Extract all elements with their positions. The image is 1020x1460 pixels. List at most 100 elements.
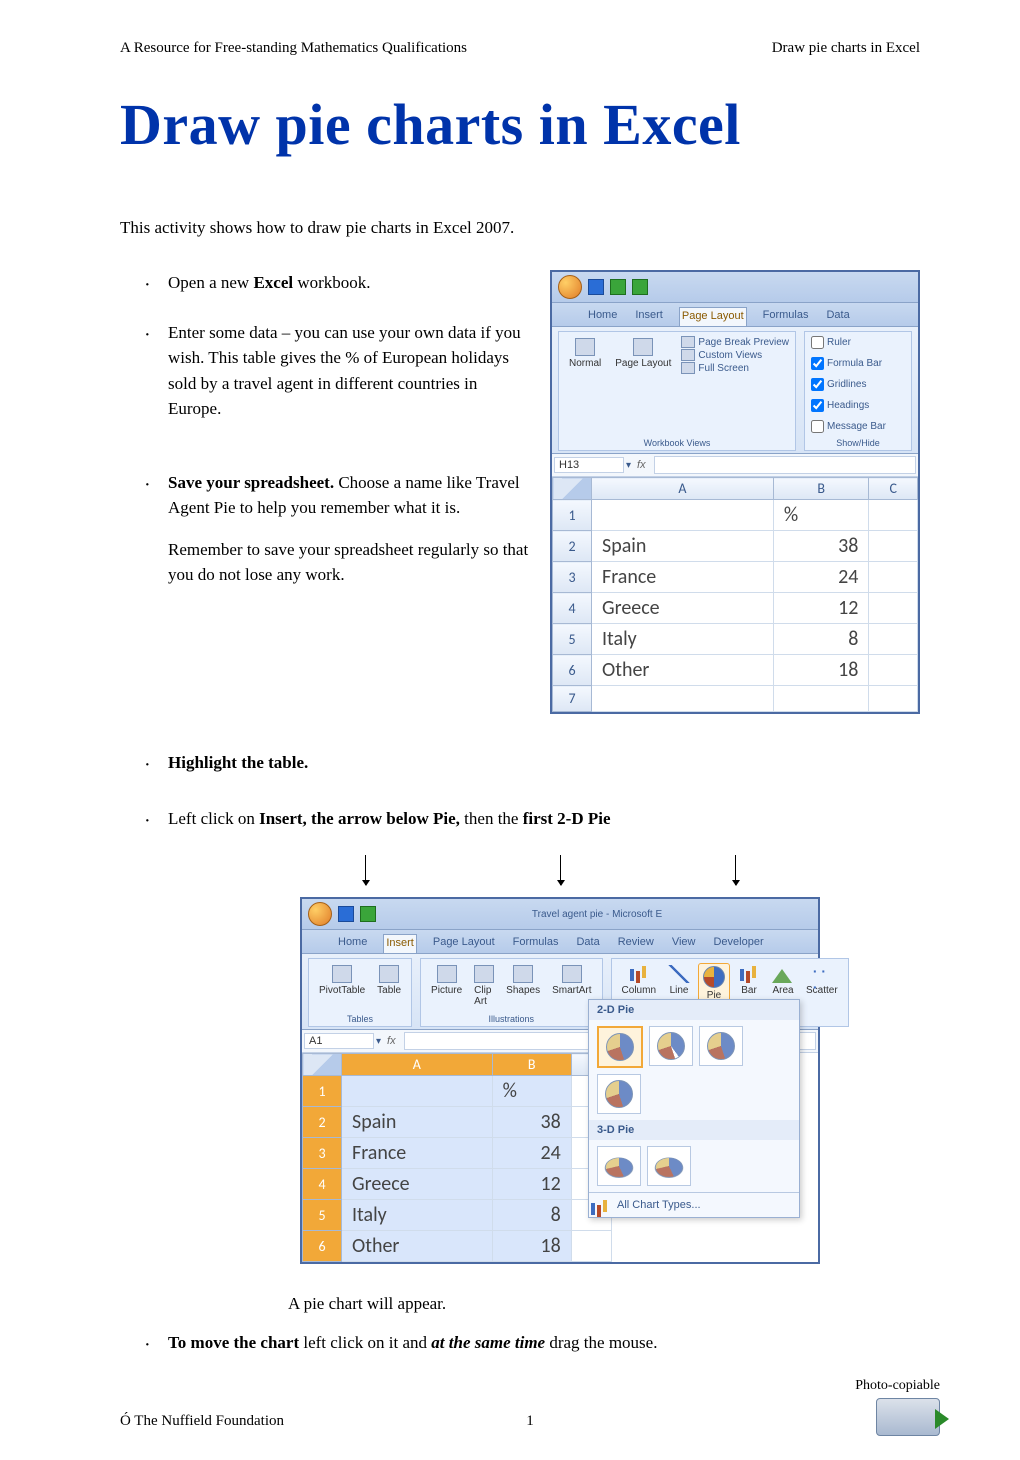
fx-icon[interactable]: fx <box>381 1035 402 1047</box>
pie-3d-option-2[interactable] <box>647 1146 691 1186</box>
cell[interactable] <box>869 562 918 593</box>
col-header-a[interactable]: A <box>342 1054 493 1076</box>
row-header[interactable]: 2 <box>303 1107 342 1138</box>
pie-2d-option-4[interactable] <box>597 1074 641 1114</box>
opt-headings[interactable]: Headings <box>811 399 869 412</box>
cell[interactable]: 24 <box>773 562 868 593</box>
formula-bar[interactable] <box>654 456 916 474</box>
row-header[interactable]: 5 <box>553 624 592 655</box>
tab-home[interactable]: Home <box>336 934 369 953</box>
opt-full-screen[interactable]: Full Screen <box>681 362 789 374</box>
pie-2d-option-3[interactable] <box>699 1026 743 1066</box>
opt-custom-views[interactable]: Custom Views <box>681 349 789 361</box>
btn-pie[interactable]: Pie <box>698 963 730 1004</box>
tab-page-layout[interactable]: Page Layout <box>679 307 747 326</box>
cell[interactable]: 12 <box>492 1169 571 1200</box>
cell[interactable]: % <box>492 1076 571 1107</box>
tab-formulas[interactable]: Formulas <box>761 307 811 326</box>
tab-data[interactable]: Data <box>824 307 851 326</box>
cell[interactable] <box>773 686 868 712</box>
pie-2d-option-1[interactable] <box>597 1026 643 1068</box>
cell[interactable]: 24 <box>492 1138 571 1169</box>
btn-shapes[interactable]: Shapes <box>502 963 544 1009</box>
row-header[interactable]: 3 <box>303 1138 342 1169</box>
row-header[interactable]: 4 <box>303 1169 342 1200</box>
fx-icon[interactable]: fx <box>631 459 652 471</box>
cell[interactable] <box>592 686 774 712</box>
save-icon[interactable] <box>338 906 354 922</box>
tab-data[interactable]: Data <box>574 934 601 953</box>
btn-page-layout-view[interactable]: Page Layout <box>611 336 675 374</box>
cell[interactable]: Italy <box>342 1200 493 1231</box>
btn-area[interactable]: Area <box>768 963 798 1004</box>
cell[interactable]: Greece <box>342 1169 493 1200</box>
cell[interactable]: Other <box>592 655 774 686</box>
row-header[interactable]: 5 <box>303 1200 342 1231</box>
col-header-b[interactable]: B <box>492 1054 571 1076</box>
chk-formula-bar[interactable] <box>811 357 824 370</box>
all-chart-types[interactable]: All Chart Types... <box>589 1192 799 1217</box>
opt-ruler[interactable]: Ruler <box>811 336 851 349</box>
undo-icon[interactable] <box>360 906 376 922</box>
spreadsheet-grid[interactable]: A B C 1 % 2 Spain 38 3 France 24 <box>302 1053 612 1262</box>
chk-headings[interactable] <box>811 399 824 412</box>
cell[interactable]: 18 <box>492 1231 571 1262</box>
cell[interactable]: France <box>342 1138 493 1169</box>
btn-bar[interactable]: Bar <box>734 963 764 1004</box>
cell[interactable]: Other <box>342 1231 493 1262</box>
cell[interactable] <box>342 1076 493 1107</box>
opt-message-bar[interactable]: Message Bar <box>811 420 886 433</box>
row-header[interactable]: 4 <box>553 593 592 624</box>
cell[interactable] <box>869 593 918 624</box>
cell[interactable]: 38 <box>773 531 868 562</box>
office-button-icon[interactable] <box>308 902 332 926</box>
cell[interactable]: 12 <box>773 593 868 624</box>
tab-home[interactable]: Home <box>586 307 619 326</box>
chk-message-bar[interactable] <box>811 420 824 433</box>
cell[interactable] <box>869 531 918 562</box>
btn-picture[interactable]: Picture <box>427 963 466 1009</box>
btn-table[interactable]: Table <box>373 963 405 998</box>
row-header[interactable]: 6 <box>303 1231 342 1262</box>
col-header-c[interactable]: C <box>869 478 918 500</box>
cell[interactable] <box>869 500 918 531</box>
cell[interactable]: % <box>773 500 868 531</box>
opt-page-break-preview[interactable]: Page Break Preview <box>681 336 789 348</box>
select-all-corner[interactable] <box>303 1054 342 1076</box>
btn-scatter[interactable]: Scatter <box>802 963 842 1004</box>
tab-insert[interactable]: Insert <box>633 307 665 326</box>
btn-line[interactable]: Line <box>664 963 694 1004</box>
tab-developer[interactable]: Developer <box>711 934 765 953</box>
cell[interactable]: 38 <box>492 1107 571 1138</box>
tab-formulas[interactable]: Formulas <box>511 934 561 953</box>
cell[interactable]: 18 <box>773 655 868 686</box>
cell[interactable]: Spain <box>342 1107 493 1138</box>
tab-review[interactable]: Review <box>616 934 656 953</box>
col-header-b[interactable]: B <box>773 478 868 500</box>
text-bold: Highlight the table. <box>168 753 308 772</box>
btn-column[interactable]: Column <box>618 963 660 1004</box>
cell[interactable]: 8 <box>773 624 868 655</box>
cell[interactable] <box>571 1231 611 1262</box>
row-header[interactable]: 7 <box>553 686 592 712</box>
pie-3d-option-1[interactable] <box>597 1146 641 1186</box>
pie-2d-option-2[interactable] <box>649 1026 693 1066</box>
cell[interactable] <box>869 686 918 712</box>
name-box[interactable]: A1 <box>304 1033 374 1049</box>
opt-formula-bar[interactable]: Formula Bar <box>811 357 882 370</box>
tab-view[interactable]: View <box>670 934 698 953</box>
btn-clipart[interactable]: Clip Art <box>470 963 498 1009</box>
chk-ruler[interactable] <box>811 336 824 349</box>
cell[interactable]: Greece <box>592 593 774 624</box>
btn-pivottable[interactable]: PivotTable <box>315 963 369 998</box>
row-header[interactable]: 6 <box>553 655 592 686</box>
tab-page-layout[interactable]: Page Layout <box>431 934 497 953</box>
cell[interactable] <box>869 624 918 655</box>
cell[interactable]: 8 <box>492 1200 571 1231</box>
row-header[interactable]: 1 <box>303 1076 342 1107</box>
opt-gridlines[interactable]: Gridlines <box>811 378 866 391</box>
cell[interactable] <box>869 655 918 686</box>
chk-gridlines[interactable] <box>811 378 824 391</box>
tab-insert[interactable]: Insert <box>383 934 417 953</box>
cell[interactable]: Italy <box>592 624 774 655</box>
